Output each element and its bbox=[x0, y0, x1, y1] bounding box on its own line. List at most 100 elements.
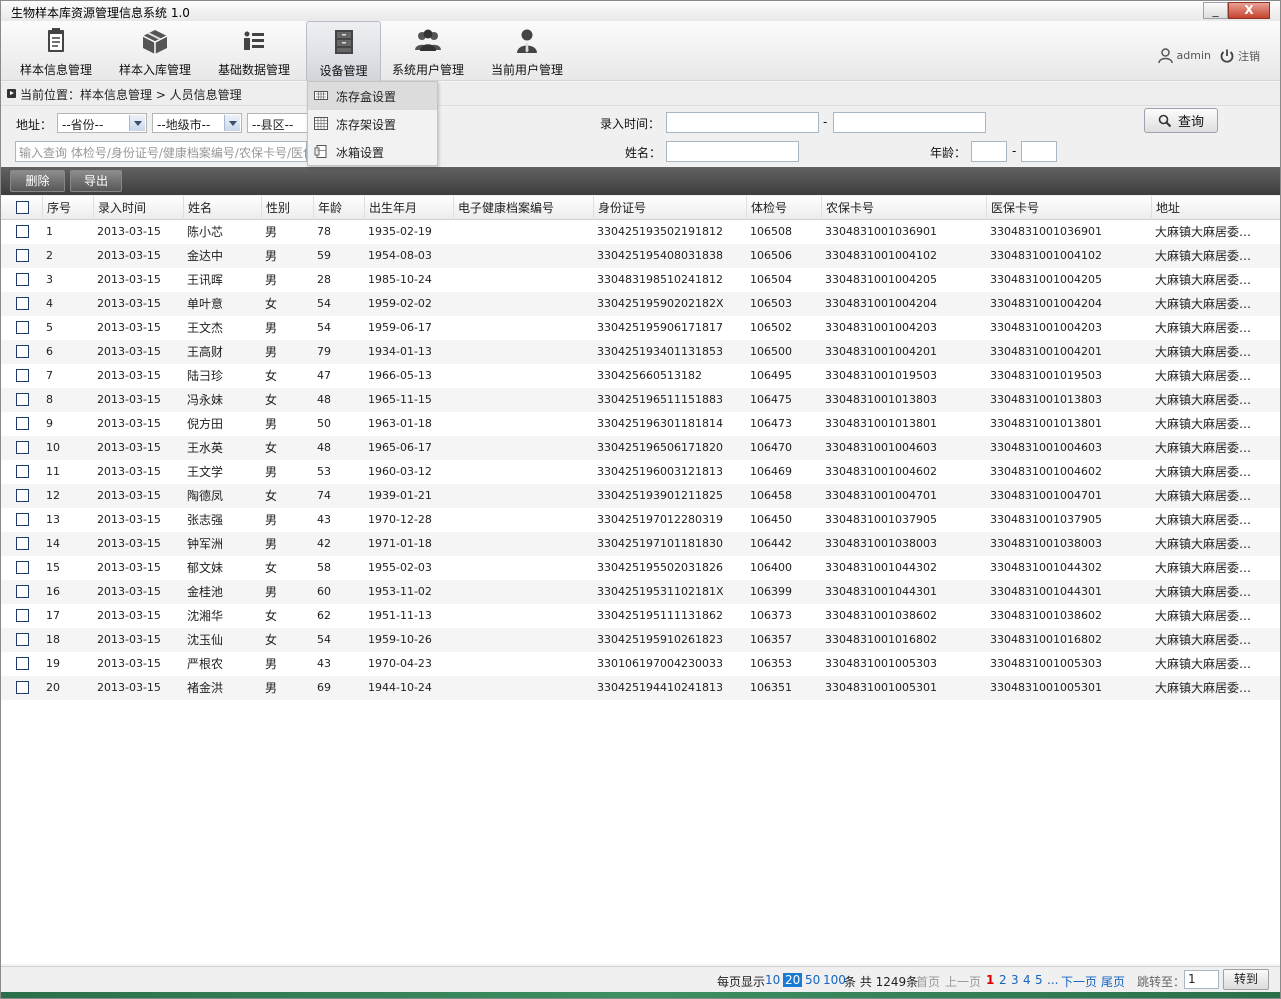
county-select[interactable]: --县区-- bbox=[247, 113, 309, 133]
row-checkbox[interactable] bbox=[16, 513, 29, 526]
entry-time-start[interactable] bbox=[666, 112, 819, 133]
cell-col-birth-date: 1951-11-13 bbox=[368, 609, 432, 622]
row-checkbox[interactable] bbox=[16, 657, 29, 670]
table-row[interactable]: 15 2013-03-15 郁文妹 女 58 1955-02-03 330425195502… bbox=[1, 556, 1280, 580]
page-size-option[interactable]: 10 bbox=[765, 973, 780, 987]
page-size-option[interactable]: 50 bbox=[805, 973, 820, 987]
table-row[interactable]: 4 2013-03-15 单叶意 女 54 1959-02-02 3304251959020… bbox=[1, 292, 1280, 316]
header-col-index[interactable]: 序号 bbox=[42, 196, 92, 220]
row-checkbox[interactable] bbox=[16, 273, 29, 286]
row-checkbox[interactable] bbox=[16, 465, 29, 478]
header-col-gender[interactable]: 性别 bbox=[261, 196, 312, 220]
page-link[interactable]: 3 bbox=[1011, 973, 1019, 987]
row-checkbox[interactable] bbox=[16, 633, 29, 646]
row-checkbox[interactable] bbox=[16, 321, 29, 334]
table-row[interactable]: 14 2013-03-15 钟军洲 男 42 1971-01-18 330425197101… bbox=[1, 532, 1280, 556]
table-row[interactable]: 18 2013-03-15 沈玉仙 女 54 1959-10-26 330425195910… bbox=[1, 628, 1280, 652]
menu-base-data[interactable]: 基础数据管理 bbox=[213, 21, 295, 81]
name-input[interactable] bbox=[666, 141, 799, 162]
filter-panel: 地址： --省份-- --地级市-- --县区-- 输入查询 体检号/身份证号/… bbox=[1, 106, 1280, 166]
city-select[interactable]: --地级市-- bbox=[152, 113, 242, 133]
table-row[interactable]: 10 2013-03-15 王水英 女 48 1965-06-17 330425196506… bbox=[1, 436, 1280, 460]
search-button[interactable]: 查询 bbox=[1144, 108, 1218, 133]
row-checkbox[interactable] bbox=[16, 417, 29, 430]
dropdown-item-freezer-box[interactable]: 冻存盒设置 bbox=[308, 82, 437, 110]
row-checkbox[interactable] bbox=[16, 369, 29, 382]
table-row[interactable]: 5 2013-03-15 王文杰 男 54 1959-06-17 3304251959061… bbox=[1, 316, 1280, 340]
minimize-button[interactable]: _ bbox=[1203, 2, 1228, 19]
table-row[interactable]: 12 2013-03-15 陶德凤 女 74 1939-01-21 330425193901… bbox=[1, 484, 1280, 508]
row-checkbox[interactable] bbox=[16, 297, 29, 310]
row-checkbox[interactable] bbox=[16, 609, 29, 622]
header-col-age[interactable]: 年龄 bbox=[313, 196, 363, 220]
row-checkbox[interactable] bbox=[16, 249, 29, 262]
go-button[interactable]: 转到 bbox=[1223, 969, 1269, 990]
delete-button[interactable]: 删除 bbox=[10, 170, 65, 192]
page-link[interactable]: 2 bbox=[999, 973, 1007, 987]
row-checkbox[interactable] bbox=[16, 681, 29, 694]
dropdown-item-fridge[interactable]: 冰箱设置 bbox=[308, 138, 437, 166]
logout-button[interactable]: 注销 bbox=[1219, 48, 1260, 64]
row-checkbox[interactable] bbox=[16, 441, 29, 454]
menu-sample-info[interactable]: 样本信息管理 bbox=[15, 21, 97, 81]
select-all-checkbox[interactable] bbox=[16, 201, 29, 214]
table-row[interactable]: 2 2013-03-15 金达中 男 59 1954-08-03 3304251954080… bbox=[1, 244, 1280, 268]
page-size-option-current[interactable]: 20 bbox=[783, 973, 803, 987]
table-row[interactable]: 7 2013-03-15 陆彐珍 女 47 1966-05-13 3304256605131… bbox=[1, 364, 1280, 388]
next-page-link[interactable]: 下一页 bbox=[1061, 973, 1097, 990]
close-button[interactable]: X bbox=[1228, 2, 1270, 19]
last-page-link[interactable]: 尾页 bbox=[1101, 973, 1125, 990]
table-row[interactable]: 1 2013-03-15 陈小芯 男 78 1935-02-19 3304251935021… bbox=[1, 220, 1280, 244]
menu-system-users[interactable]: 系统用户管理 bbox=[387, 21, 469, 81]
export-button[interactable]: 导出 bbox=[70, 170, 122, 192]
header-col-birth-date[interactable]: 出生年月 bbox=[364, 196, 452, 220]
row-checkbox[interactable] bbox=[16, 537, 29, 550]
table-row[interactable]: 8 2013-03-15 冯永妹 女 48 1965-11-15 3304251965111… bbox=[1, 388, 1280, 412]
table-row[interactable]: 17 2013-03-15 沈湘华 女 62 1951-11-13 330425195111… bbox=[1, 604, 1280, 628]
row-checkbox[interactable] bbox=[16, 225, 29, 238]
table-row[interactable]: 13 2013-03-15 张志强 男 43 1970-12-28 330425197012… bbox=[1, 508, 1280, 532]
table-row[interactable]: 11 2013-03-15 王文学 男 53 1960-03-12 330425196003… bbox=[1, 460, 1280, 484]
first-page-link[interactable]: 首页 bbox=[916, 973, 940, 990]
row-checkbox[interactable] bbox=[16, 585, 29, 598]
header-col-name[interactable]: 姓名 bbox=[183, 196, 260, 220]
search-input[interactable]: 输入查询 体检号/身份证号/健康档案编号/农保卡号/医保 bbox=[15, 141, 307, 162]
entry-time-end[interactable] bbox=[833, 112, 986, 133]
jump-page-input[interactable]: 1 bbox=[1184, 970, 1219, 989]
header-col-ehr-number[interactable]: 电子健康档案编号 bbox=[453, 196, 593, 220]
cell-col-medical-insurance-card: 3304831001005301 bbox=[990, 681, 1102, 694]
header-col-address[interactable]: 地址 bbox=[1151, 196, 1261, 220]
row-checkbox[interactable] bbox=[16, 393, 29, 406]
page-link-current[interactable]: 1 bbox=[986, 973, 994, 987]
cell-col-rural-insurance-card: 3304831001004102 bbox=[825, 249, 937, 262]
page-size-option[interactable]: 100 bbox=[823, 973, 846, 987]
table-row[interactable]: 6 2013-03-15 王高财 男 79 1934-01-13 3304251934011… bbox=[1, 340, 1280, 364]
age-min-input[interactable] bbox=[971, 141, 1007, 162]
page-link[interactable]: 4 bbox=[1023, 973, 1031, 987]
header-col-medical-insurance-card[interactable]: 医保卡号 bbox=[986, 196, 1151, 220]
user-account[interactable]: admin bbox=[1157, 47, 1211, 64]
row-checkbox[interactable] bbox=[16, 561, 29, 574]
county-value: --县区-- bbox=[252, 118, 294, 132]
row-checkbox[interactable] bbox=[16, 489, 29, 502]
cell-col-rural-insurance-card: 3304831001013801 bbox=[825, 417, 937, 430]
header-col-entry-time[interactable]: 录入时间 bbox=[93, 196, 182, 220]
age-max-input[interactable] bbox=[1021, 141, 1057, 162]
menu-current-user[interactable]: 当前用户管理 bbox=[486, 21, 568, 81]
dropdown-item-freezer-rack[interactable]: 冻存架设置 bbox=[308, 110, 437, 138]
header-col-id-number[interactable]: 身份证号 bbox=[593, 196, 746, 220]
table-row[interactable]: 16 2013-03-15 金桂池 男 60 1953-11-02 330425195311… bbox=[1, 580, 1280, 604]
row-checkbox[interactable] bbox=[16, 345, 29, 358]
page-link[interactable]: 5 bbox=[1035, 973, 1043, 987]
table-row[interactable]: 20 2013-03-15 褚金洪 男 69 1944-10-24 330425194410… bbox=[1, 676, 1280, 700]
province-select[interactable]: --省份-- bbox=[57, 113, 147, 133]
header-col-rural-insurance-card[interactable]: 农保卡号 bbox=[821, 196, 986, 220]
header-col-exam-number[interactable]: 体检号 bbox=[746, 196, 821, 220]
table-row[interactable]: 19 2013-03-15 严根农 男 43 1970-04-23 330106197004… bbox=[1, 652, 1280, 676]
table-row[interactable]: 9 2013-03-15 倪方田 男 50 1963-01-18 3304251963011… bbox=[1, 412, 1280, 436]
prev-page-link[interactable]: 上一页 bbox=[945, 973, 981, 990]
menu-equipment[interactable]: 设备管理 bbox=[306, 21, 381, 81]
table-row[interactable]: 3 2013-03-15 王讯晖 男 28 1985-10-24 3304831985102… bbox=[1, 268, 1280, 292]
menu-sample-storage[interactable]: 样本入库管理 bbox=[114, 21, 196, 81]
cell-col-ehr-number bbox=[457, 292, 593, 316]
